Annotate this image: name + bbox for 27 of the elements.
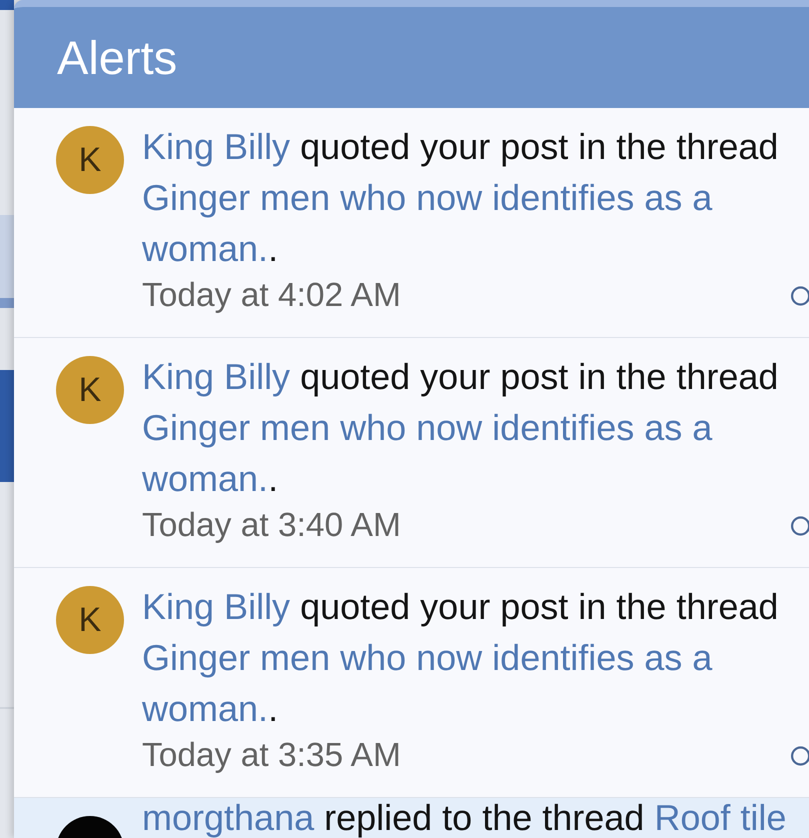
thread-link[interactable]: woman. <box>142 458 268 499</box>
alert-row[interactable]: morgthana replied to the thread Roof tile <box>14 798 809 838</box>
avatar: K <box>56 126 124 194</box>
alert-row[interactable]: K King Billy quoted your post in the thread Ginger men who now identifies as a woman.. Today at 3:40 AM <box>14 338 809 568</box>
panel-title: Alerts <box>57 32 178 84</box>
user-link[interactable]: King Billy <box>142 356 290 397</box>
alert-time: Today at 3:35 AM <box>142 736 401 776</box>
alert-row[interactable]: K King Billy quoted your post in the thread Ginger men who now identifies as a woman.. Today at 4:02 AM <box>14 108 809 338</box>
user-link[interactable]: King Billy <box>142 126 290 167</box>
thread-link[interactable]: Roof tile <box>654 798 786 838</box>
thread-link[interactable]: Ginger men who now identifies as a <box>142 407 712 448</box>
alert-text: King Billy quoted your post in the thread Ginger men who now identifies as a woman.. <box>142 355 780 501</box>
alert-time: Today at 4:02 AM <box>142 276 401 316</box>
thread-link[interactable]: woman. <box>142 688 268 729</box>
alert-text: morgthana replied to the thread Roof tile <box>142 799 788 837</box>
avatar-placeholder <box>56 816 124 838</box>
avatar: K <box>56 586 124 654</box>
user-link[interactable]: King Billy <box>142 586 290 627</box>
thread-link[interactable]: Ginger men who now identifies as a <box>142 177 712 218</box>
alert-text: King Billy quoted your post in the thread Ginger men who now identifies as a woman.. <box>142 585 780 731</box>
avatar: K <box>56 356 124 424</box>
alert-time: Today at 3:40 AM <box>142 506 401 546</box>
thread-link[interactable]: Ginger men who now identifies as a <box>142 637 712 678</box>
alert-text: King Billy quoted your post in the thread Ginger men who now identifies as a woman.. <box>142 125 780 271</box>
user-link[interactable]: morgthana <box>142 798 314 838</box>
alert-row[interactable]: K King Billy quoted your post in the thread Ginger men who now identifies as a woman.. Today at 3:35 AM <box>14 568 809 798</box>
thread-link[interactable]: woman. <box>142 228 268 269</box>
